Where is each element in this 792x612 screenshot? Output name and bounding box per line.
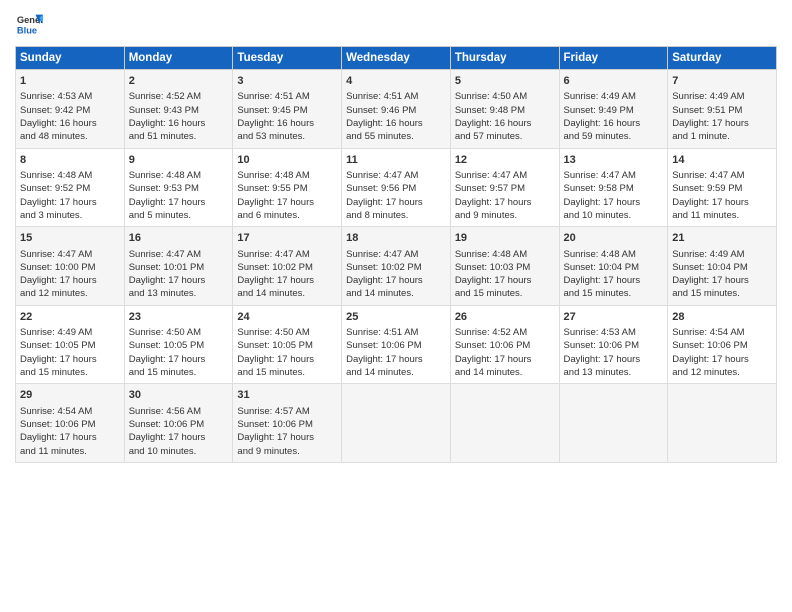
- calendar-cell: [450, 384, 559, 463]
- week-row-5: 29Sunrise: 4:54 AMSunset: 10:06 PMDaylig…: [16, 384, 777, 463]
- day-number: 6: [564, 74, 664, 89]
- day-number: 7: [672, 74, 772, 89]
- day-number: 29: [20, 388, 120, 403]
- calendar-cell: 14Sunrise: 4:47 AMSunset: 9:59 PMDayligh…: [668, 148, 777, 227]
- day-number: 25: [346, 310, 446, 325]
- svg-text:Blue: Blue: [17, 25, 37, 35]
- day-number: 31: [237, 388, 337, 403]
- calendar-cell: 19Sunrise: 4:48 AMSunset: 10:03 PMDaylig…: [450, 227, 559, 306]
- day-number: 1: [20, 74, 120, 89]
- calendar-header-row: SundayMondayTuesdayWednesdayThursdayFrid…: [16, 47, 777, 70]
- calendar-cell: 21Sunrise: 4:49 AMSunset: 10:04 PMDaylig…: [668, 227, 777, 306]
- calendar-cell: 16Sunrise: 4:47 AMSunset: 10:01 PMDaylig…: [124, 227, 233, 306]
- calendar-body: 1Sunrise: 4:53 AMSunset: 9:42 PMDaylight…: [16, 70, 777, 463]
- calendar-cell: 30Sunrise: 4:56 AMSunset: 10:06 PMDaylig…: [124, 384, 233, 463]
- header: General Blue: [15, 10, 777, 38]
- column-header-saturday: Saturday: [668, 47, 777, 70]
- day-number: 20: [564, 231, 664, 246]
- page: General Blue SundayMondayTuesdayWednesda…: [0, 0, 792, 612]
- day-number: 12: [455, 153, 555, 168]
- calendar-cell: 6Sunrise: 4:49 AMSunset: 9:49 PMDaylight…: [559, 70, 668, 149]
- calendar-cell: 24Sunrise: 4:50 AMSunset: 10:05 PMDaylig…: [233, 305, 342, 384]
- day-number: 19: [455, 231, 555, 246]
- day-number: 8: [20, 153, 120, 168]
- calendar-cell: 13Sunrise: 4:47 AMSunset: 9:58 PMDayligh…: [559, 148, 668, 227]
- day-number: 23: [129, 310, 229, 325]
- calendar-cell: 28Sunrise: 4:54 AMSunset: 10:06 PMDaylig…: [668, 305, 777, 384]
- day-number: 27: [564, 310, 664, 325]
- day-number: 4: [346, 74, 446, 89]
- calendar-cell: 26Sunrise: 4:52 AMSunset: 10:06 PMDaylig…: [450, 305, 559, 384]
- day-number: 26: [455, 310, 555, 325]
- calendar-cell: 25Sunrise: 4:51 AMSunset: 10:06 PMDaylig…: [342, 305, 451, 384]
- calendar-cell: 8Sunrise: 4:48 AMSunset: 9:52 PMDaylight…: [16, 148, 125, 227]
- calendar-cell: 4Sunrise: 4:51 AMSunset: 9:46 PMDaylight…: [342, 70, 451, 149]
- calendar-cell: 29Sunrise: 4:54 AMSunset: 10:06 PMDaylig…: [16, 384, 125, 463]
- week-row-1: 1Sunrise: 4:53 AMSunset: 9:42 PMDaylight…: [16, 70, 777, 149]
- week-row-3: 15Sunrise: 4:47 AMSunset: 10:00 PMDaylig…: [16, 227, 777, 306]
- calendar-cell: [342, 384, 451, 463]
- calendar-cell: 31Sunrise: 4:57 AMSunset: 10:06 PMDaylig…: [233, 384, 342, 463]
- calendar-cell: 9Sunrise: 4:48 AMSunset: 9:53 PMDaylight…: [124, 148, 233, 227]
- week-row-2: 8Sunrise: 4:48 AMSunset: 9:52 PMDaylight…: [16, 148, 777, 227]
- logo: General Blue: [15, 10, 43, 38]
- calendar-cell: 2Sunrise: 4:52 AMSunset: 9:43 PMDaylight…: [124, 70, 233, 149]
- week-row-4: 22Sunrise: 4:49 AMSunset: 10:05 PMDaylig…: [16, 305, 777, 384]
- calendar-cell: 5Sunrise: 4:50 AMSunset: 9:48 PMDaylight…: [450, 70, 559, 149]
- day-number: 24: [237, 310, 337, 325]
- day-number: 2: [129, 74, 229, 89]
- calendar-cell: 15Sunrise: 4:47 AMSunset: 10:00 PMDaylig…: [16, 227, 125, 306]
- day-number: 28: [672, 310, 772, 325]
- calendar-cell: 1Sunrise: 4:53 AMSunset: 9:42 PMDaylight…: [16, 70, 125, 149]
- calendar-table: SundayMondayTuesdayWednesdayThursdayFrid…: [15, 46, 777, 463]
- day-number: 15: [20, 231, 120, 246]
- calendar-cell: 23Sunrise: 4:50 AMSunset: 10:05 PMDaylig…: [124, 305, 233, 384]
- calendar-cell: 12Sunrise: 4:47 AMSunset: 9:57 PMDayligh…: [450, 148, 559, 227]
- column-header-sunday: Sunday: [16, 47, 125, 70]
- calendar-cell: 10Sunrise: 4:48 AMSunset: 9:55 PMDayligh…: [233, 148, 342, 227]
- day-number: 9: [129, 153, 229, 168]
- calendar-cell: 7Sunrise: 4:49 AMSunset: 9:51 PMDaylight…: [668, 70, 777, 149]
- day-number: 5: [455, 74, 555, 89]
- column-header-thursday: Thursday: [450, 47, 559, 70]
- day-number: 10: [237, 153, 337, 168]
- day-number: 16: [129, 231, 229, 246]
- calendar-cell: 18Sunrise: 4:47 AMSunset: 10:02 PMDaylig…: [342, 227, 451, 306]
- day-number: 18: [346, 231, 446, 246]
- calendar-cell: 27Sunrise: 4:53 AMSunset: 10:06 PMDaylig…: [559, 305, 668, 384]
- column-header-monday: Monday: [124, 47, 233, 70]
- calendar-cell: [559, 384, 668, 463]
- calendar-cell: [668, 384, 777, 463]
- day-number: 13: [564, 153, 664, 168]
- day-number: 17: [237, 231, 337, 246]
- column-header-friday: Friday: [559, 47, 668, 70]
- day-number: 3: [237, 74, 337, 89]
- column-header-wednesday: Wednesday: [342, 47, 451, 70]
- day-number: 21: [672, 231, 772, 246]
- calendar-cell: 3Sunrise: 4:51 AMSunset: 9:45 PMDaylight…: [233, 70, 342, 149]
- calendar-cell: 20Sunrise: 4:48 AMSunset: 10:04 PMDaylig…: [559, 227, 668, 306]
- day-number: 22: [20, 310, 120, 325]
- column-header-tuesday: Tuesday: [233, 47, 342, 70]
- calendar-cell: 17Sunrise: 4:47 AMSunset: 10:02 PMDaylig…: [233, 227, 342, 306]
- day-number: 30: [129, 388, 229, 403]
- logo-icon: General Blue: [15, 10, 43, 38]
- calendar-cell: 11Sunrise: 4:47 AMSunset: 9:56 PMDayligh…: [342, 148, 451, 227]
- day-number: 11: [346, 153, 446, 168]
- day-number: 14: [672, 153, 772, 168]
- calendar-cell: 22Sunrise: 4:49 AMSunset: 10:05 PMDaylig…: [16, 305, 125, 384]
